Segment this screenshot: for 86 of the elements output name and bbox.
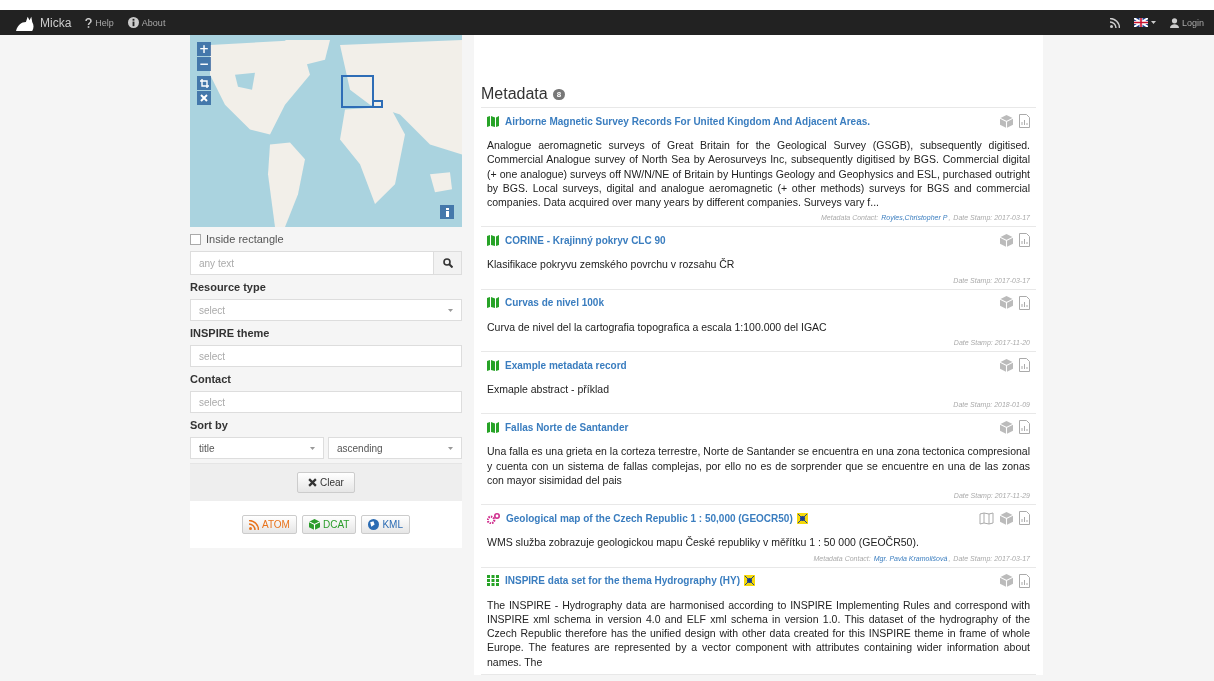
caret-icon	[448, 446, 453, 450]
document-icon[interactable]	[1019, 420, 1030, 435]
flag-icon	[1133, 18, 1148, 27]
select-field[interactable]: select	[190, 299, 462, 321]
search-icon	[442, 258, 453, 268]
rss-icon[interactable]	[1109, 17, 1120, 28]
export-button[interactable]: DCAT	[301, 515, 357, 534]
count-badge: 8	[552, 88, 566, 100]
close-icon	[308, 478, 318, 487]
close-icon	[200, 94, 208, 102]
search-field[interactable]: any text	[190, 251, 434, 275]
checkbox-label: Inside rectangle	[206, 233, 284, 245]
grid-icon	[487, 575, 499, 587]
selection-rectangle[interactable]	[341, 75, 374, 108]
record-abstract: Curva de nivel del la cartografia topografica a escala 1:100.000 del IGAC	[487, 319, 828, 335]
crop-icon	[199, 78, 209, 88]
cube-icon[interactable]	[1000, 511, 1013, 525]
record-title-link[interactable]: INSPIRE data set for the thema Hydrography (HY)	[505, 575, 741, 587]
document-icon[interactable]	[1019, 573, 1030, 588]
select-field[interactable]: select	[190, 391, 462, 413]
map-icon	[487, 297, 499, 309]
record-title-link[interactable]: Fallas Norte de Santander	[505, 421, 629, 433]
select-field[interactable]: select	[190, 345, 462, 367]
zoom-button[interactable]: −	[197, 57, 211, 71]
extent-rectangle	[372, 100, 383, 108]
record-title-link[interactable]: Geological map of the Czech Republic 1 : 50,000 (GEOCR50)	[506, 512, 793, 524]
map-viewer-icon[interactable]	[979, 511, 994, 525]
cube-icon	[308, 519, 320, 530]
globe-icon	[368, 519, 380, 530]
field-label: Sort by	[190, 419, 229, 431]
caret-icon	[310, 446, 315, 450]
document-icon[interactable]	[1019, 358, 1030, 373]
cube-icon[interactable]	[1000, 234, 1013, 247]
info-icon	[127, 17, 139, 28]
sort-order-dropdown[interactable]: ascending	[328, 437, 462, 459]
record-title-link[interactable]: Airborne Magnetic Survey Records For United Kingdom And Adjacent Areas.	[505, 115, 871, 127]
record-abstract: The INSPIRE - Hydrography data are harmonised according to INSPIRE Implementing Rules and correspond with INSPIRE xml schema in version 4.0 and ELF xml schema in version 1.0. This dataset of the hydrography of the Czech Republic therefore has the unified design with other data created for this INSPIRE theme in frame of whole Europe. The features are represented by a vector component with attributes containing wider information about names. The	[487, 597, 1030, 670]
field-label: Resource type	[190, 281, 267, 293]
gears-icon	[487, 512, 500, 524]
record-abstract: Una falla es una grieta en la corteza terrestre, Norte de Santander se encuentra en una zona tectonica compresional y cuenta con un sistema de fallas complejas, por ello no es de sorprender que se encuentre en una de las zonas con mayor sisimidad del pais	[487, 444, 1030, 488]
record-abstract: Analogue aeromagnetic surveys of Great Britain for the Geological Survey (GSGB), subsequently digitised. Commercial Analogue survey of North Sea by Aerosurveys Inc, subsequently digitised by BGS. Commercial digital (+ one analogue) surveys off NW/N/NE of Britain by Huntings Geology and Geophysics and ESL, purchased outright by BGS. Local surveys, digital and analogue aeromagnetic (+ other methods) surveys for BGS and commercial companies. Data acquired over many years by different companies. Surveys vary f...	[487, 138, 1030, 210]
export-button[interactable]: ATOM	[242, 515, 297, 534]
close-button[interactable]	[197, 91, 211, 105]
user-icon	[1169, 17, 1179, 28]
map-icon	[487, 421, 499, 433]
map-icon	[487, 235, 499, 246]
record-title-link[interactable]: CORINE - Krajinný pokryv CLC 90	[505, 235, 666, 246]
caret-icon	[448, 308, 453, 312]
cube-icon[interactable]	[1000, 574, 1013, 588]
export-button[interactable]: KML	[361, 515, 410, 534]
map-icon	[487, 115, 499, 127]
record-abstract: Klasifikace pokryvu zemského povrchu v rozsahu ČR	[487, 257, 736, 272]
document-icon[interactable]	[1019, 295, 1030, 310]
search-button[interactable]	[434, 251, 462, 275]
login-link[interactable]: Login	[1169, 17, 1204, 28]
nav-link[interactable]: Help	[85, 17, 114, 28]
clear-button[interactable]: Clear	[297, 472, 355, 493]
field-label: Contact	[190, 373, 232, 385]
cube-icon[interactable]	[1000, 114, 1013, 128]
record-abstract: Exmaple abstract - příklad	[487, 382, 610, 397]
field-label: INSPIRE theme	[190, 327, 271, 339]
language-dropdown[interactable]	[1133, 18, 1156, 27]
inspire-badge-icon	[744, 575, 756, 587]
cube-icon[interactable]	[1000, 296, 1013, 310]
cube-icon[interactable]	[1000, 420, 1013, 434]
inspire-badge-icon	[796, 512, 808, 524]
zoom-button[interactable]: +	[197, 42, 211, 56]
help-icon	[85, 17, 93, 28]
cube-icon[interactable]	[1000, 358, 1013, 372]
info-icon	[445, 207, 449, 217]
attribution-button[interactable]	[440, 205, 454, 219]
record-abstract: WMS služba zobrazuje geologickou mapu České republiky v měřítku 1 : 50 000 (GEOČR50).	[487, 535, 920, 550]
rss-icon	[249, 519, 259, 530]
sort-field-dropdown[interactable]: title	[190, 437, 324, 459]
caret-icon	[1150, 21, 1156, 24]
record-title-link[interactable]: Curvas de nivel 100k	[505, 297, 604, 309]
crop-button[interactable]	[197, 76, 211, 90]
document-icon[interactable]	[1019, 511, 1030, 526]
brand-link[interactable]: Micka	[14, 13, 72, 32]
panel-title: Metadata	[481, 85, 548, 103]
nav-link[interactable]: About	[127, 17, 166, 28]
record-title-link[interactable]: Example metadata record	[505, 359, 627, 371]
document-icon[interactable]	[1019, 114, 1030, 128]
map-icon	[487, 359, 499, 371]
checkbox[interactable]	[190, 233, 201, 245]
document-icon[interactable]	[1019, 233, 1030, 248]
